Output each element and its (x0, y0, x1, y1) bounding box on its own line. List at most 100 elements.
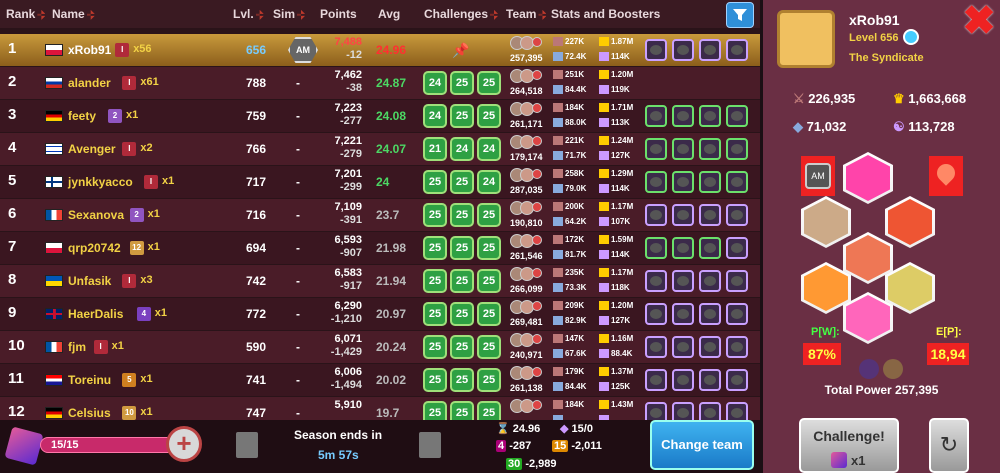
average: 24.07 (376, 142, 407, 156)
header-challenges[interactable]: Challenges (424, 7, 499, 21)
challenge-button[interactable]: Challenge! x1 (799, 418, 899, 473)
stat-defense: 82.9K (553, 316, 586, 326)
player-name[interactable]: xRob91 (68, 43, 111, 57)
team-power: 261,171 (510, 119, 543, 129)
points: 7,221 -279 (334, 135, 362, 160)
team-power: 269,481 (510, 317, 543, 327)
sim-value: - (296, 208, 300, 222)
rank: 2 (8, 73, 17, 90)
table-row[interactable]: 5 jynkkyacco Ix1 717-7,201 -299 24 25 25 24 287,0… (0, 166, 760, 198)
league-badge: I (122, 142, 137, 156)
table-row[interactable]: 1 xRob91 Ix56 656 AM 7,488 -12 24.96 📌 257,395 227… (0, 34, 760, 66)
team-girl-portrait[interactable] (801, 196, 851, 248)
season-timer: 5m 57s (318, 448, 359, 462)
book-icon[interactable] (236, 432, 258, 458)
table-row[interactable]: 6 Sexanova 2 x1 716-7,109 -391 23.7 25 25 25 190,8… (0, 199, 760, 231)
table-row[interactable]: 10 fjm Ix1 590-6,071 -1,429 20.24 25 25 25 240,97… (0, 331, 760, 363)
stat-attack: 209K (553, 301, 584, 311)
league-badge: 2 (108, 109, 122, 123)
league-badge: I (122, 274, 137, 288)
team-element-icon (532, 301, 542, 311)
avatar[interactable] (777, 10, 835, 68)
table-row[interactable]: 2 alander Ix61 788-7,462 -38 24.87 24 25 25 264,5… (0, 67, 760, 99)
points: 6,290 -1,210 (330, 300, 362, 325)
booster-slot (645, 39, 667, 61)
table-row[interactable]: 3 feety 2 x1 759-7,223 -277 24.08 24 25 25 261,171… (0, 100, 760, 132)
booster-slot (699, 105, 721, 127)
pin-icon[interactable]: 📌 (452, 42, 469, 59)
average: 20.97 (376, 307, 407, 321)
table-row[interactable]: 7 qrp20742 12 x1 694-6,593 -907 21.98 25 25 25 261… (0, 232, 760, 264)
table-row[interactable]: 11 Toreinu 5 x1 741-6,006 -1,494 20.02 25 25 25 26… (0, 364, 760, 396)
country-flag-icon (45, 77, 63, 89)
league-badge: 2 (129, 208, 144, 222)
team-power: 266,099 (510, 284, 543, 294)
challenge-result: 25 (450, 170, 474, 194)
book-icon-2[interactable] (419, 432, 441, 458)
player-name[interactable]: fjm (68, 340, 86, 354)
challenge-result: 25 (477, 203, 501, 227)
player-name[interactable]: Celsius (68, 406, 111, 420)
refill-energy-button[interactable]: + (166, 426, 202, 462)
booster-slot (672, 171, 694, 193)
player-name[interactable]: alander (68, 76, 111, 90)
booster-slot (672, 336, 694, 358)
element-icon-2 (883, 359, 903, 379)
team-element-icon (532, 334, 542, 344)
player-name[interactable]: Avenger (68, 142, 116, 156)
booster-slot (672, 369, 694, 391)
header-avg[interactable]: Avg (378, 7, 400, 21)
team-element-icon (532, 400, 542, 410)
change-team-button[interactable]: Change team (650, 420, 754, 470)
player-name[interactable]: Toreinu (68, 373, 111, 387)
player-level: 742 (246, 274, 267, 288)
header-rank[interactable]: Rank (6, 7, 46, 21)
player-name[interactable]: feety (68, 109, 96, 123)
player-name[interactable]: Sexanova (68, 208, 124, 222)
player-name[interactable]: qrp20742 (68, 241, 121, 255)
average: 19.7 (376, 406, 400, 420)
league-badge: I (93, 340, 108, 354)
challenge-result: 25 (450, 104, 474, 128)
sim-value: - (296, 406, 300, 420)
team-power: 264,518 (510, 86, 543, 96)
header-points[interactable]: Points (320, 7, 357, 21)
player-name[interactable]: jynkkyacco (68, 175, 133, 189)
header-team[interactable]: Team (506, 7, 547, 21)
points: 6,593 -907 (334, 234, 362, 259)
team-girl-portrait[interactable] (885, 196, 935, 248)
table-row[interactable]: 9 HaerDalis 4 x1 772-6,290 -1,210 20.97 25 25 25 2… (0, 298, 760, 330)
stat-b4: 4 -287 (496, 440, 532, 452)
multiplier: x1 (111, 340, 124, 352)
player-level: 759 (246, 109, 267, 123)
profile-stat-attack: ⚔ 226,935 (793, 91, 856, 106)
header-lvl[interactable]: Lvl. (233, 7, 264, 21)
player-level: 656 (246, 43, 267, 57)
player-name[interactable]: HaerDalis (68, 307, 123, 321)
rank: 9 (8, 304, 17, 321)
rank: 5 (8, 172, 17, 189)
heart-badge-icon (929, 156, 963, 196)
booster-slot (672, 204, 694, 226)
stat-ego: 125K (599, 382, 630, 392)
profile-club[interactable]: The Syndicate (849, 52, 924, 64)
booster-slot (645, 237, 667, 259)
team-power: 240,971 (510, 350, 543, 360)
country-flag-icon (45, 275, 63, 287)
country-flag-icon (45, 308, 63, 320)
header-name[interactable]: Name (52, 7, 95, 21)
sim-value: - (296, 109, 300, 123)
stat-harmony: 1.24M (599, 136, 633, 146)
player-level: 788 (246, 76, 267, 90)
team-girl-portrait[interactable] (843, 152, 893, 204)
close-icon[interactable]: ✖ (961, 1, 997, 41)
table-row[interactable]: 4 Avenger Ix2 766-7,221 -279 24.07 21 24 24 179,1… (0, 133, 760, 165)
rank: 3 (8, 106, 17, 123)
player-name[interactable]: Unfasik (68, 274, 111, 288)
table-row[interactable]: 8 Unfasik Ix3 742-6,583 -917 21.94 25 25 25 266,0… (0, 265, 760, 297)
player-level: 694 (246, 241, 267, 255)
refresh-button[interactable]: ↻ (929, 418, 969, 473)
header-sim[interactable]: Sim (273, 7, 306, 21)
points: 7,488 -12 (334, 36, 362, 61)
filter-button[interactable] (726, 2, 754, 28)
